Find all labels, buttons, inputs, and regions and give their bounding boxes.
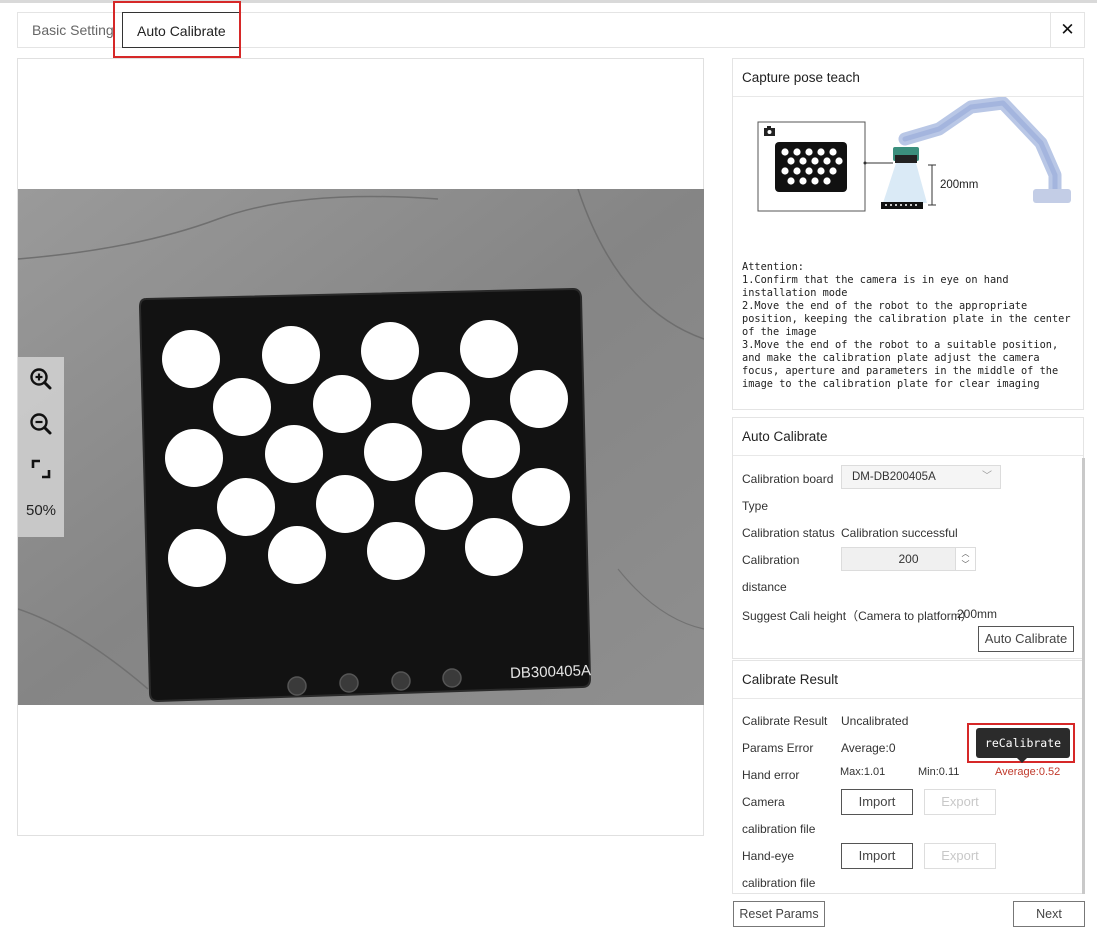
camera-file-label-1: Camera <box>742 795 785 809</box>
handeye-import-button[interactable]: Import <box>841 843 913 869</box>
tab-bar: Basic Setting Auto Calibrate ✕ <box>17 12 1085 48</box>
hand-error-min: Min:0.11 <box>918 766 960 778</box>
capture-pose-title: Capture pose teach <box>733 59 1083 97</box>
handeye-file-label-1: Hand-eye <box>742 849 795 863</box>
calibrate-result-title: Calibrate Result <box>733 661 1083 699</box>
recalibrate-button[interactable]: reCalibrate <box>976 728 1070 758</box>
params-error-label: Params Error <box>742 741 814 755</box>
zoom-out-button[interactable] <box>18 402 64 446</box>
board-type-label-2: Type <box>742 499 769 513</box>
image-viewer[interactable]: DB300405A 50% <box>17 58 704 836</box>
camera-image: DB300405A <box>18 189 704 705</box>
params-error-value: Average:0 <box>841 741 896 755</box>
fit-screen-button[interactable] <box>18 447 64 491</box>
board-type-value: DM-DB200405A <box>852 471 936 483</box>
camera-import-button[interactable]: Import <box>841 789 913 815</box>
zoom-in-button[interactable] <box>18 357 64 401</box>
tab-basic-setting[interactable]: Basic Setting <box>18 13 128 47</box>
stepper-arrows[interactable]: ︿ ﹀ <box>955 548 975 570</box>
zoom-toolbar: 50% <box>18 357 64 537</box>
suggest-height-value: 200mm <box>957 607 998 621</box>
hand-error-label: Hand error <box>742 768 800 782</box>
recalibrate-highlight: reCalibrate <box>967 723 1075 763</box>
calibrate-result-value: Uncalibrated <box>841 714 909 728</box>
board-type-label-1: Calibration board <box>742 472 834 486</box>
zoom-in-icon <box>30 368 52 390</box>
hand-error-average: Average:0.52 <box>995 766 1061 778</box>
calibration-distance-value: 200 <box>898 552 919 566</box>
teach-distance-label: 200mm <box>940 179 978 191</box>
tooltip-arrow <box>1017 758 1027 763</box>
calibration-distance-label-2: distance <box>742 580 787 594</box>
board-label: DB300405A <box>510 662 591 682</box>
zoom-level: 50% <box>25 502 57 519</box>
top-border <box>0 0 1097 3</box>
tab-auto-calibrate[interactable]: Auto Calibrate <box>122 12 241 48</box>
calibrate-result-label: Calibrate Result <box>742 714 828 728</box>
camera-file-label-2: calibration file <box>742 822 816 836</box>
calibration-distance-label-1: Calibration <box>742 553 800 567</box>
capture-pose-illustration: 200mm <box>733 96 1085 257</box>
handeye-file-label-2: calibration file <box>742 876 816 890</box>
chevron-up-icon[interactable]: ︿ <box>956 548 975 559</box>
calibration-distance-stepper[interactable]: 200 ︿ ﹀ <box>841 547 976 571</box>
right-panel: Capture pose teach 200mm Attention: 1.Co… <box>732 58 1085 894</box>
attention-text: Attention: 1.Confirm that the camera is … <box>742 261 1071 390</box>
calibration-status-label: Calibration status <box>742 526 835 540</box>
auto-calibrate-title: Auto Calibrate <box>733 418 1083 456</box>
calibration-status-value: Calibration successful <box>841 526 958 540</box>
capture-pose-card: Capture pose teach 200mm Attention: 1.Co… <box>732 58 1084 410</box>
auto-calibrate-button[interactable]: Auto Calibrate <box>978 626 1074 652</box>
hand-error-max: Max:1.01 <box>840 766 886 778</box>
chevron-down-icon[interactable]: ﹀ <box>956 559 975 570</box>
calibrate-result-card: Calibrate Result Calibrate Result Uncali… <box>732 660 1084 894</box>
suggest-height-label: Suggest Cali height（Camera to platform） <box>742 609 973 623</box>
camera-export-button[interactable]: Export <box>924 789 996 815</box>
panel-scrollbar[interactable] <box>1082 458 1085 894</box>
fit-screen-icon <box>31 459 51 479</box>
close-button[interactable]: ✕ <box>1050 13 1084 47</box>
reset-params-button[interactable]: Reset Params <box>733 901 825 927</box>
auto-calibrate-card: Auto Calibrate Calibration board Type DM… <box>732 417 1084 659</box>
chevron-down-icon: ﹀ <box>982 471 992 482</box>
next-button[interactable]: Next <box>1013 901 1085 927</box>
close-icon: ✕ <box>1060 20 1075 39</box>
handeye-export-button[interactable]: Export <box>924 843 996 869</box>
zoom-out-icon <box>30 413 52 435</box>
board-type-select[interactable]: DM-DB200405A ﹀ <box>841 465 1001 489</box>
